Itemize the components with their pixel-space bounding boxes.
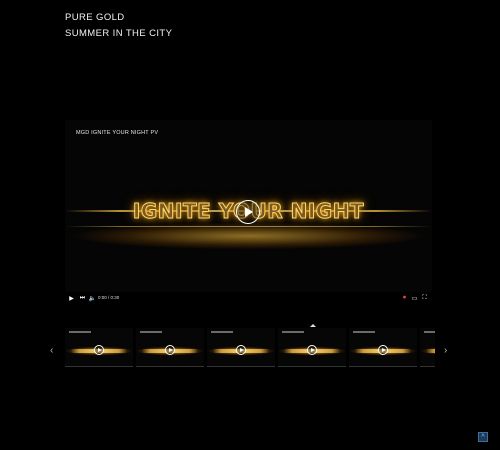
thumbnail-controls	[420, 366, 435, 372]
thumbnail-title	[424, 331, 435, 333]
play-button[interactable]	[236, 200, 260, 224]
video-carousel	[65, 328, 435, 372]
play-icon[interactable]: ▶	[68, 295, 75, 302]
thumbnail-title	[353, 331, 375, 333]
thumbnail-title	[211, 331, 233, 333]
thumbnail-play-icon[interactable]	[94, 345, 104, 355]
thumbnail-play-icon[interactable]	[307, 345, 317, 355]
selected-indicator-icon	[310, 324, 316, 327]
thumbnail-controls	[65, 366, 133, 372]
thumbnail-play-icon[interactable]	[165, 345, 175, 355]
thumbnail-play-icon[interactable]	[236, 345, 246, 355]
video-thumbnail[interactable]	[349, 328, 417, 372]
thumbnail-title	[140, 331, 162, 333]
thumbnail-title	[282, 331, 304, 333]
chevron-left-icon[interactable]: ‹	[50, 346, 53, 356]
thumbnail-play-icon[interactable]	[378, 345, 388, 355]
thumbnail-controls	[278, 366, 346, 372]
arrow-up-icon[interactable]: ^	[478, 432, 488, 442]
video-thumbnail[interactable]	[136, 328, 204, 372]
captions-icon[interactable]: ⏺	[401, 295, 408, 302]
volume-icon[interactable]: 🔈	[89, 295, 96, 302]
next-icon[interactable]: ⏭	[79, 295, 86, 302]
thumbnail-controls	[349, 366, 417, 372]
thumbnail-title	[69, 331, 91, 333]
video-thumbnail[interactable]	[65, 328, 133, 372]
thumbnail-controls	[136, 366, 204, 372]
video-thumbnail[interactable]	[207, 328, 275, 372]
video-thumbnail[interactable]	[420, 328, 435, 372]
light-streak-lower	[65, 226, 432, 227]
thumbnail-headline	[426, 349, 435, 353]
video-thumbnail[interactable]	[278, 328, 346, 372]
thumbnail-controls	[207, 366, 275, 372]
headline-line-2: SUMMER IN THE CITY	[65, 28, 173, 39]
video-title[interactable]: MGD IGNITE YOUR NIGHT PV	[76, 130, 158, 136]
fullscreen-icon[interactable]: ⛶	[421, 295, 428, 302]
settings-icon[interactable]: ▭	[411, 295, 418, 302]
time-display: 0:00 / 0:30	[98, 295, 120, 300]
headline-line-1: PURE GOLD	[65, 12, 125, 23]
video-player[interactable]: MGD IGNITE YOUR NIGHT PV IGNITE YOUR NIG…	[65, 120, 432, 306]
player-controls: ▶ ⏭ 🔈 0:00 / 0:30 ⏺ ▭ ⛶	[65, 292, 432, 306]
chevron-right-icon[interactable]: ›	[444, 346, 447, 356]
